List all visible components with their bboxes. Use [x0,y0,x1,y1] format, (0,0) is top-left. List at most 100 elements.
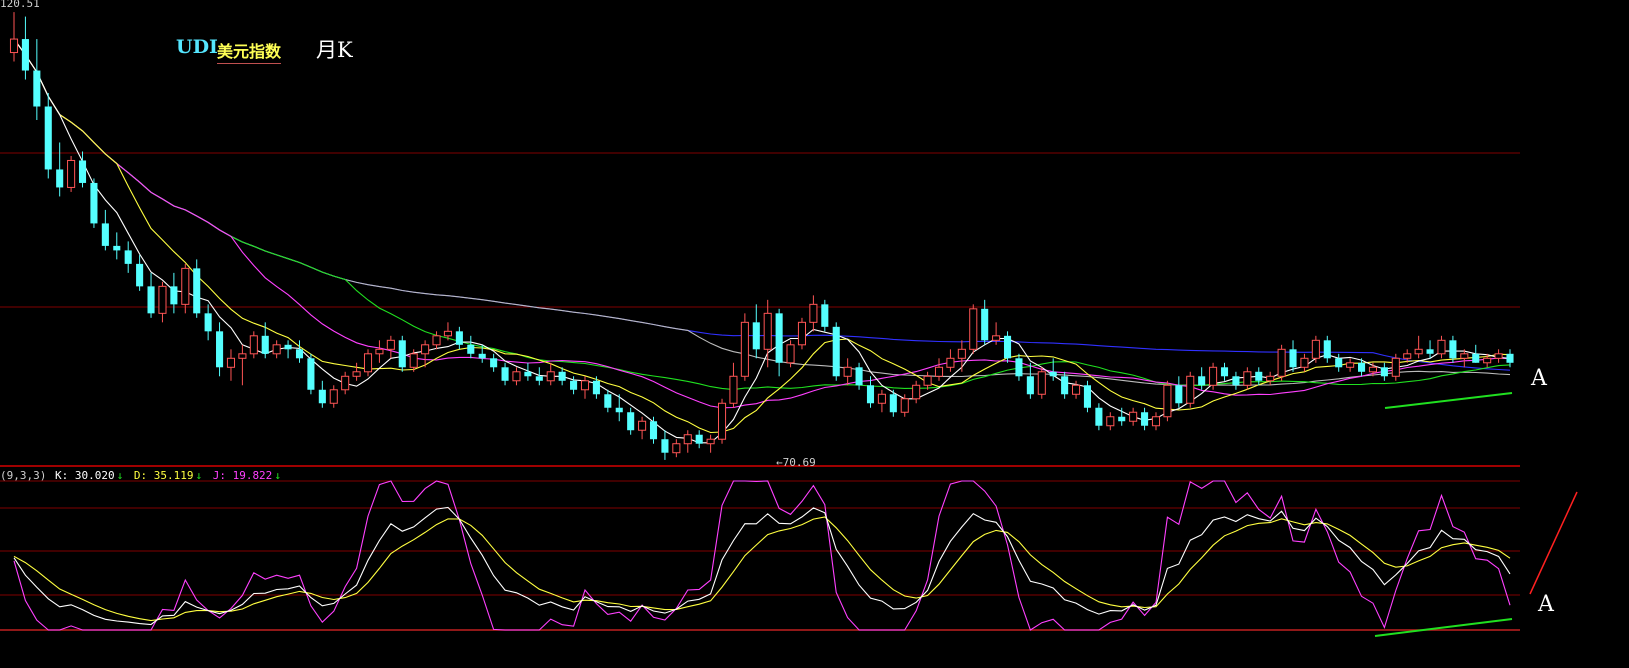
candle-body-down [775,313,783,363]
k-arrow-down-icon: ↓ [116,469,124,482]
candle-body-down [604,394,612,408]
candle-body-down [1506,353,1514,363]
chart-title-code: UDI [176,36,218,58]
chart-canvas [0,12,1578,637]
price-divergence-line [1384,392,1513,409]
candle-body-up [352,371,361,377]
candle-body-down [615,407,623,413]
candle-body-up [923,375,932,386]
candle-body-up [1277,348,1286,377]
candle-body-down [1083,385,1092,408]
candle-body-up [809,303,818,323]
candle-body-up [1072,384,1081,395]
price-low-value: 70.69 [782,456,816,469]
candle-body-down [570,380,578,390]
candle-body-down [1380,367,1388,377]
candle-body-down [981,308,989,341]
candle-body-down [1220,367,1229,377]
candle-body-down [535,376,543,381]
ma-line-30 [13,38,1511,391]
candle-body-up [1494,353,1503,359]
candle-body-up [638,420,647,431]
candle-body-up [1437,339,1446,355]
kdj-annotation-a: A [1538,592,1554,617]
candle-body-up [843,366,852,377]
candle-body-up [1346,362,1355,368]
candle-body-down [1003,335,1012,359]
kdj-j-value: J: 19.822 ↓ [213,469,283,482]
candle-body-up [9,38,19,54]
candle-body-up [409,353,418,368]
candle-body-down [889,394,897,413]
candle-body-up [1106,416,1115,427]
candle-body-up [729,375,738,404]
ma-line-120 [13,38,1511,371]
candle-body-up [706,438,715,445]
candle-body-up [67,159,76,188]
candle-body-down [1061,376,1069,395]
candle-body-up [158,285,167,314]
candle-body-up [969,308,978,350]
candle-body-up [1460,353,1469,359]
candle-body-up [329,389,338,404]
candle-body-down [478,353,486,359]
candle-body-up [740,321,749,377]
kdj-j-line [13,480,1511,631]
kdj-k-line [13,506,1511,626]
candle-body-up [249,335,258,355]
kdj-j-text: J: 19.822 [212,469,273,482]
candle-body-up [683,434,692,445]
candle-body-up [580,380,590,391]
candle-body-down [455,331,463,345]
candle-body-down [821,304,829,327]
candle-body-up [946,357,955,368]
candle-body-down [398,340,406,368]
candle-body-down [44,106,52,170]
kdj-divergence-line [1374,618,1513,637]
candle-body-down [113,245,121,251]
candle-body-down [661,439,669,453]
candle-body-down [1026,376,1034,395]
candle-body-down [1449,340,1457,359]
candle-body-down [136,263,144,287]
candle-body-down [855,367,863,386]
candle-body-down [170,286,178,305]
candle-body-up [181,267,190,305]
candle-body-up [512,371,521,382]
candle-body-down [318,389,326,404]
candle-body-up [900,398,909,413]
kdj-trend-line [1529,491,1578,595]
candle-body-down [1095,407,1103,426]
candle-body-down [832,326,840,377]
candle-body-up [877,393,886,404]
candle-body-down [467,344,475,354]
candle-body-down [524,371,532,377]
candle-body-down [295,349,304,359]
candle-body-up [432,335,441,346]
price-high-label: 120.51 [0,0,40,10]
price-annotation-a: A [1531,366,1547,391]
candle-body-up [341,375,350,391]
candle-body-down [1049,371,1057,377]
candle-body-down [1232,376,1240,386]
candle-body-down [90,182,98,224]
kdj-k-value: K: 30.020 ↓ [55,469,125,482]
candle-body-down [866,385,875,404]
candle-body-up [238,353,247,359]
candle-body-down [56,169,64,188]
candle-body-up [797,321,807,346]
candle-body-up [957,348,966,359]
candle-body-up [1414,348,1423,355]
ma-line-5 [13,38,1511,444]
candle-body-down [1118,416,1126,422]
candle-body-up [421,344,430,355]
candle-body-up [1151,416,1161,427]
candle-body-up [272,344,281,355]
candle-body-down [101,223,109,246]
candle-body-down [284,344,292,350]
candle-body-down [592,380,600,395]
candle-body-down [1198,376,1206,386]
candle-body-down [261,335,269,354]
candle-body-down [501,367,509,381]
moving-average-layer [13,38,1511,444]
